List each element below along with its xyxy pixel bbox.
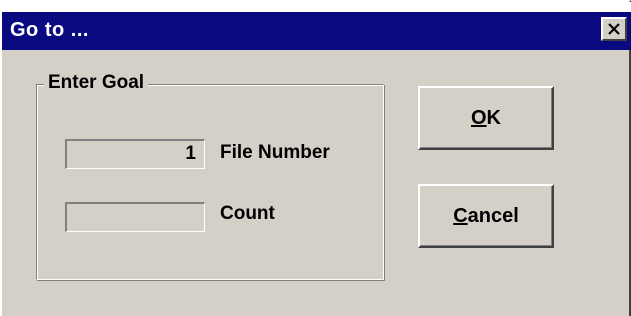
file-number-label: File Number [220, 142, 330, 163]
cancel-button[interactable]: Cancel [418, 184, 554, 248]
title-bar[interactable]: Go to ... [2, 12, 631, 50]
enter-goal-groupbox [36, 84, 384, 280]
cancel-label-rest: ancel [467, 204, 519, 227]
dialog-title: Go to ... [10, 19, 89, 41]
file-number-field[interactable]: 1 [65, 139, 205, 169]
count-field[interactable] [65, 202, 205, 232]
ok-label-rest: K [486, 106, 501, 129]
goto-dialog: Go to ... Enter Goal 1 File Number Count… [0, 0, 631, 316]
groupbox-legend: Enter Goal [44, 72, 149, 94]
close-button[interactable] [601, 17, 627, 41]
ok-button[interactable]: OK [418, 86, 554, 150]
top-edge [2, 2, 631, 12]
cancel-mnemonic: C [453, 204, 468, 227]
close-icon [607, 23, 621, 35]
ok-mnemonic: O [470, 106, 487, 129]
count-label: Count [220, 203, 275, 224]
